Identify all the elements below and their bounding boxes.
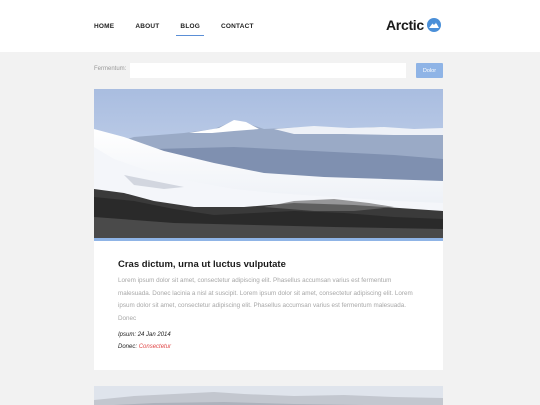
next-post-image[interactable] <box>94 386 443 405</box>
post-author: Donec: Consectetur <box>118 344 171 350</box>
search-bar: Fermentum: Dolor <box>94 63 443 78</box>
search-input[interactable] <box>130 63 406 78</box>
main-nav: HOME ABOUT BLOG CONTACT <box>94 23 275 36</box>
author-link[interactable]: Consectetur <box>139 344 171 350</box>
nav-contact[interactable]: CONTACT <box>221 23 254 30</box>
search-label: Fermentum: <box>94 66 127 72</box>
site-logo[interactable]: Arctic <box>386 17 441 33</box>
search-button[interactable]: Dolor <box>416 63 443 78</box>
nav-about[interactable]: ABOUT <box>135 23 159 30</box>
author-label: Donec: <box>118 344 138 350</box>
nav-blog[interactable]: BLOG <box>176 23 204 36</box>
post-excerpt: Lorem ipsum dolor sit amet, consectetur … <box>118 277 413 322</box>
blog-post-card-next <box>94 386 443 405</box>
post-date: Ipsum: 24 Jan 2014 <box>118 332 171 338</box>
date-value: 24 Jan 2014 <box>137 332 171 338</box>
accent-bar <box>94 238 443 241</box>
snowy-mountains-image <box>94 89 443 238</box>
blog-post-card: Cras dictum, urna ut luctus vulputate Lo… <box>94 89 443 370</box>
site-header: HOME ABOUT BLOG CONTACT Arctic <box>0 0 540 52</box>
date-label: Ipsum: <box>118 332 137 338</box>
nav-home[interactable]: HOME <box>94 23 114 30</box>
post-image[interactable] <box>94 89 443 238</box>
mountain-circle-icon <box>426 18 441 32</box>
logo-text: Arctic <box>386 17 424 33</box>
post-title[interactable]: Cras dictum, urna ut luctus vulputate <box>118 259 286 270</box>
